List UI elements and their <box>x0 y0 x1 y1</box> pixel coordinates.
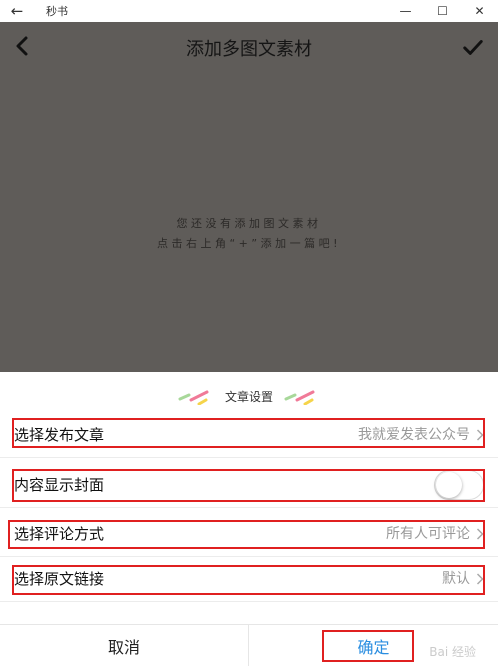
sheet-title-label: 文章设置 <box>224 389 273 404</box>
sheet-footer: 取消 确定 <box>0 624 498 666</box>
decoration-strokes-icon <box>284 390 315 405</box>
highlight-box <box>12 469 485 502</box>
check-icon[interactable] <box>462 36 484 58</box>
highlight-box <box>12 565 485 595</box>
page-header: 添加多图文素材 <box>0 22 498 72</box>
window-back-button[interactable]: ← <box>0 0 34 22</box>
decoration-strokes-icon <box>178 390 209 405</box>
window-title: 秒书 <box>46 5 68 18</box>
highlight-box <box>322 630 414 662</box>
maximize-button[interactable]: ☐ <box>424 0 461 22</box>
empty-state: 您还没有添加图文素材 点击右上角“+”添加一篇吧! <box>0 214 498 254</box>
minimize-button[interactable]: — <box>387 0 424 22</box>
window-controls: — ☐ ✕ <box>387 0 498 22</box>
close-window-button[interactable]: ✕ <box>461 0 498 22</box>
article-settings-sheet: 文章设置 选择发布文章 我就爱发表公众号 内容显示封面 选择评论方式 所有人可评… <box>0 372 498 666</box>
window-titlebar: ← 秒书 — ☐ ✕ <box>0 0 498 22</box>
sheet-title: 文章设置 <box>0 386 498 406</box>
highlight-box <box>8 520 485 549</box>
empty-state-line2: 点击右上角“+”添加一篇吧! <box>156 237 342 250</box>
cancel-button[interactable]: 取消 <box>0 625 249 666</box>
highlight-box <box>12 418 485 448</box>
app-overlay[interactable]: 添加多图文素材 您还没有添加图文素材 点击右上角“+”添加一篇吧! <box>0 22 498 372</box>
page-title: 添加多图文素材 <box>186 39 312 60</box>
empty-state-line1: 您还没有添加图文素材 <box>176 217 322 230</box>
watermark: Bai 经验 <box>429 645 476 659</box>
